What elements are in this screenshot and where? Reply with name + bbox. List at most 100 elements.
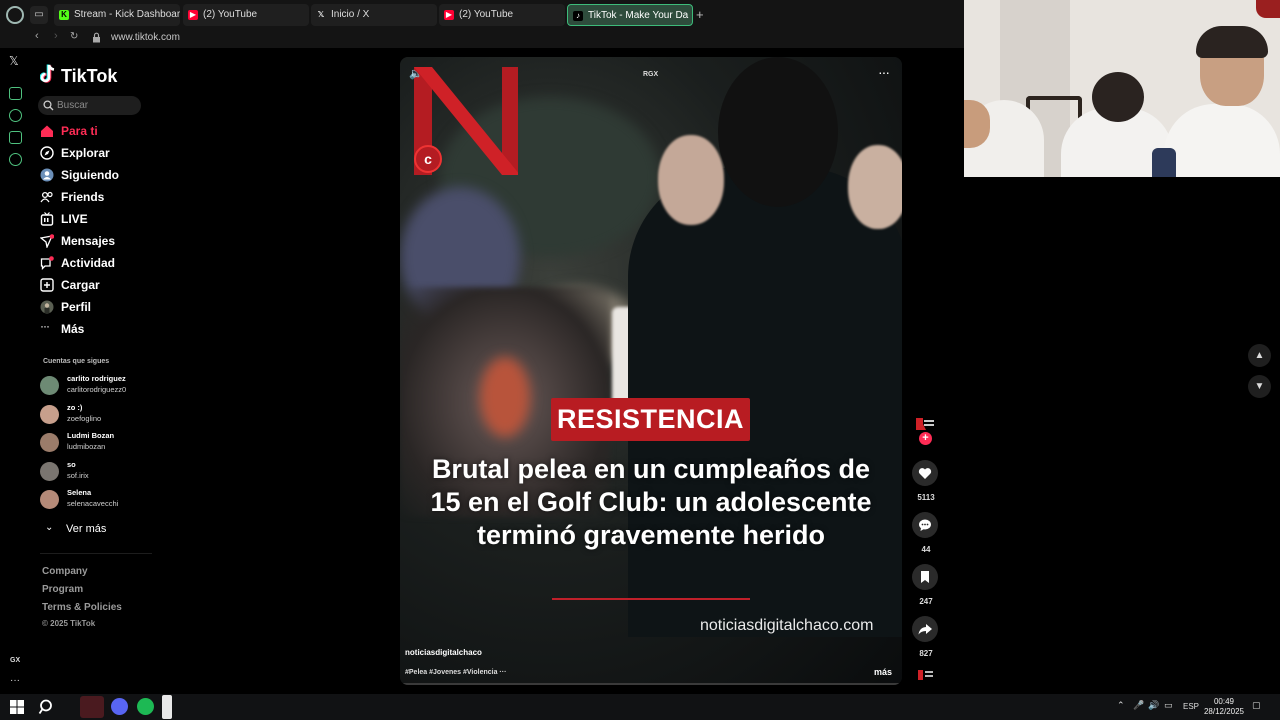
following-account[interactable]: carlito rodriguez carlitorodriguezz0: [40, 373, 150, 399]
nav-label: Mensajes: [61, 234, 116, 248]
tab-x[interactable]: 𝕏 Inicio / X: [311, 4, 437, 26]
save-button[interactable]: 247: [912, 564, 940, 606]
tab-youtube-2[interactable]: ▶ (2) YouTube: [439, 4, 565, 26]
clock-time: 00:49: [1213, 697, 1235, 706]
reload-icon[interactable]: ↻: [70, 31, 78, 42]
nav-siguiendo[interactable]: Siguiendo: [40, 166, 150, 184]
search-placeholder: Buscar: [57, 100, 89, 111]
nav-mensajes[interactable]: Mensajes: [40, 232, 150, 250]
share-button[interactable]: 827: [912, 616, 940, 658]
video-player[interactable]: c 🔈 RGX ··· RESISTENCIA Brutal pelea en …: [400, 57, 902, 685]
tray-chevron-icon[interactable]: ⌃: [1117, 700, 1125, 711]
nav-label: Perfil: [61, 300, 92, 314]
overflow-icon[interactable]: [162, 695, 172, 719]
compass-icon: [40, 146, 54, 160]
x-icon: 𝕏: [317, 10, 325, 19]
search-input[interactable]: Buscar: [38, 96, 141, 115]
windows-start-icon[interactable]: [8, 698, 26, 716]
tab-label: Inicio / X: [331, 9, 370, 20]
mic-icon[interactable]: 🎤: [1133, 700, 1144, 711]
nav-para-ti[interactable]: Para ti: [40, 122, 150, 140]
like-button[interactable]: 5113: [912, 460, 940, 502]
footer-company[interactable]: Company: [42, 566, 88, 577]
tab-label: Stream - Kick Dashboard: [74, 9, 180, 20]
account-handle: sof.irix: [67, 471, 89, 480]
nav-label: Siguiendo: [61, 168, 119, 182]
opera-gx-taskbar-icon[interactable]: [80, 696, 104, 718]
new-tab-button[interactable]: +: [696, 7, 704, 22]
gx-label: GX: [10, 657, 21, 664]
taskbar: ⌃ 🎤 🔊 ▭ ESP 00:49 28/12/2025 ▢: [0, 694, 1280, 720]
nav-friends[interactable]: Friends: [40, 188, 150, 206]
upload-icon: [40, 278, 54, 292]
copyright: © 2025 TikTok: [42, 619, 96, 628]
account-handle: zoefoglino: [67, 414, 102, 423]
following-account[interactable]: Selena selenacavecchi: [40, 487, 150, 513]
follow-plus-button[interactable]: +: [919, 432, 932, 445]
face: [848, 145, 902, 229]
divider: [40, 553, 152, 554]
nav-actividad[interactable]: Actividad: [40, 254, 150, 272]
more-caption-button[interactable]: más: [874, 667, 892, 677]
nav-explorar[interactable]: Explorar: [40, 144, 150, 162]
nav-label: Actividad: [61, 256, 116, 270]
discord-icon[interactable]: [111, 698, 128, 715]
spotify-icon[interactable]: [137, 698, 154, 715]
search-icon[interactable]: [38, 698, 56, 716]
tiktok-wordmark: TikTok: [61, 66, 118, 86]
video-author[interactable]: noticiasdigitalchaco: [405, 648, 482, 657]
nav-perfil[interactable]: Perfil: [40, 298, 150, 316]
following-account[interactable]: zo :) zoefoglino: [40, 402, 150, 428]
url-field[interactable]: www.tiktok.com: [111, 32, 180, 43]
nav-cargar[interactable]: Cargar: [40, 276, 150, 294]
search-icon: [43, 100, 54, 111]
volume-icon[interactable]: 🔊: [1148, 700, 1159, 711]
following-account[interactable]: Ludmi Bozan ludmibozan: [40, 430, 150, 456]
save-count: 247: [919, 597, 933, 606]
tab-kick[interactable]: K Stream - Kick Dashboard: [54, 4, 180, 26]
account-name: Ludmi Bozan: [67, 431, 115, 440]
forward-icon[interactable]: ›: [54, 30, 58, 42]
browser-tab-bar: ▭ K Stream - Kick Dashboard ▶ (2) YouTub…: [0, 0, 964, 29]
tab-label: TikTok - Make Your Da: [588, 10, 689, 21]
chevron-up-icon: ▲: [1254, 350, 1265, 361]
nav-label: Para ti: [61, 124, 98, 138]
clock-date: 28/12/2025: [1203, 707, 1245, 716]
next-creator-icon[interactable]: [917, 670, 933, 680]
x-icon[interactable]: 𝕏: [9, 54, 19, 68]
tiktok-note-icon: [40, 64, 55, 83]
youtube-icon: ▶: [444, 10, 454, 20]
svg-text:c: c: [424, 151, 432, 167]
settings-icon[interactable]: [9, 153, 22, 166]
more-icon[interactable]: ···: [10, 675, 20, 686]
following-section-title: Cuentas que sigues: [43, 358, 110, 365]
extensions-icon[interactable]: [9, 131, 22, 144]
avatar: [40, 490, 59, 509]
more-options-icon[interactable]: ···: [878, 64, 890, 80]
heart-icon: [912, 460, 938, 486]
account-handle: carlitorodriguezz0: [67, 385, 127, 394]
messenger-icon[interactable]: [9, 87, 22, 100]
footer-program[interactable]: Program: [42, 584, 83, 595]
notifications-icon[interactable]: ▢: [1252, 700, 1261, 711]
previous-video-button[interactable]: ▲: [1248, 344, 1271, 367]
history-icon[interactable]: [9, 109, 22, 122]
next-video-button[interactable]: ▼: [1248, 375, 1271, 398]
tab-tiktok[interactable]: ♪ TikTok - Make Your Da: [567, 4, 693, 26]
tab-overview-icon[interactable]: ▭: [30, 6, 48, 24]
tab-youtube-1[interactable]: ▶ (2) YouTube: [183, 4, 309, 26]
footer-terms[interactable]: Terms & Policies: [42, 602, 122, 613]
nav-mas[interactable]: ··· Más: [40, 319, 150, 338]
clock[interactable]: 00:49 28/12/2025: [1196, 697, 1252, 717]
nav-label: Friends: [61, 190, 105, 204]
video-progress-bar[interactable]: [400, 683, 902, 685]
following-account[interactable]: so sof.irix: [40, 459, 150, 485]
network-icon[interactable]: ▭: [1164, 700, 1173, 711]
person: [1164, 104, 1280, 177]
back-icon[interactable]: ‹: [35, 30, 39, 42]
opera-menu-icon[interactable]: [6, 6, 24, 24]
comment-button[interactable]: 44: [912, 512, 940, 554]
volume-icon[interactable]: 🔈: [409, 67, 423, 80]
nav-live[interactable]: LIVE: [40, 210, 150, 228]
video-hashtags[interactable]: #Pelea #Jovenes #Violencia ···: [405, 669, 506, 676]
